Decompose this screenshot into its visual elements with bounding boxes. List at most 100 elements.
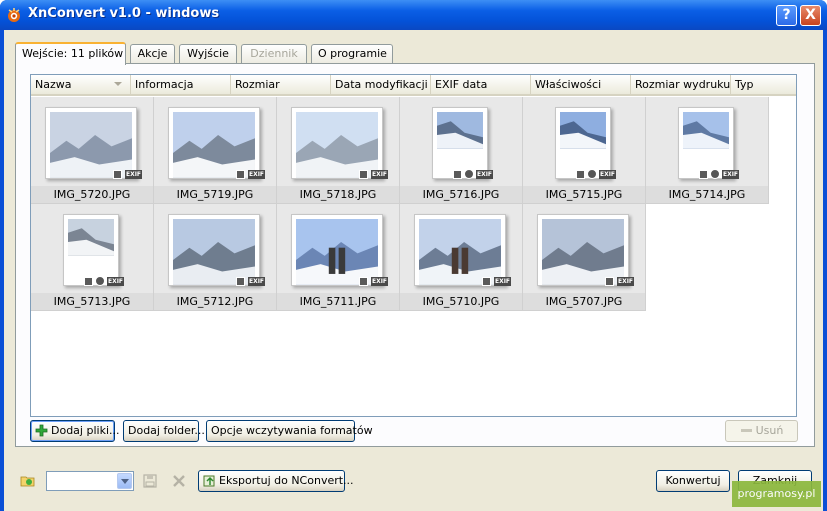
export-label: Eksportuj do NConvert... xyxy=(219,474,354,487)
rotate-icon xyxy=(587,169,597,179)
file-type-icon xyxy=(482,277,491,286)
rotate-icon xyxy=(710,169,720,179)
chevron-down-icon[interactable] xyxy=(117,473,132,489)
column-type[interactable]: Typ xyxy=(731,75,796,94)
tab-about[interactable]: O programie xyxy=(311,44,393,64)
exif-badge-icon: EXIF xyxy=(371,277,388,286)
file-name: IMG_5711.JPG xyxy=(277,293,399,310)
exif-badge-icon: EXIF xyxy=(617,277,634,286)
file-type-icon xyxy=(236,170,245,179)
file-name: IMG_5715.JPG xyxy=(523,186,645,203)
exif-badge-icon: EXIF xyxy=(248,170,265,179)
rotate-icon xyxy=(95,276,105,286)
input-tab-panel: Nazwa Informacja Rozmiar Data modyfikacj… xyxy=(15,63,815,447)
title-bar[interactable]: XnConvert v1.0 - windows ? X xyxy=(0,0,827,30)
photo-preview xyxy=(683,112,729,149)
photo-preview xyxy=(68,219,114,256)
thumbnail-item[interactable]: EXIF IMG_5711.JPG xyxy=(277,204,400,311)
convert-button[interactable]: Konwertuj xyxy=(656,470,730,492)
read-options-button[interactable]: Opcje wczytywania formatów xyxy=(206,420,373,442)
photo-preview xyxy=(296,112,378,178)
add-folder-button[interactable]: Dodaj folder... xyxy=(123,420,205,442)
close-window-button[interactable]: X xyxy=(800,5,821,26)
thumbnail-item[interactable]: EXIF IMG_5712.JPG xyxy=(154,204,277,311)
thumbnail-image xyxy=(63,214,119,286)
file-name: IMG_5716.JPG xyxy=(400,186,522,203)
add-files-label: Dodaj pliki... xyxy=(51,424,120,437)
thumbnail-item[interactable]: EXIF IMG_5715.JPG xyxy=(523,97,646,204)
column-exif-date[interactable]: EXIF data xyxy=(431,75,531,94)
sort-arrow-icon xyxy=(114,82,122,86)
file-type-icon xyxy=(576,170,585,179)
file-name: IMG_5710.JPG xyxy=(400,293,522,310)
thumbnail-item[interactable]: EXIF IMG_5714.JPG xyxy=(646,97,769,204)
file-type-icon xyxy=(113,170,122,179)
tab-actions[interactable]: Akcje xyxy=(130,44,175,64)
file-list[interactable]: Nazwa Informacja Rozmiar Data modyfikacj… xyxy=(30,74,797,417)
photo-preview xyxy=(50,112,132,178)
export-icon xyxy=(203,475,215,486)
file-type-icon xyxy=(236,277,245,286)
exif-badge-icon: EXIF xyxy=(476,170,493,179)
exif-badge-icon: EXIF xyxy=(599,170,616,179)
thumbnail-image xyxy=(168,107,260,179)
thumbnail-item[interactable]: EXIF IMG_5710.JPG xyxy=(400,204,523,311)
save-icon[interactable] xyxy=(142,473,158,489)
thumbnail-item[interactable]: EXIF IMG_5707.JPG xyxy=(523,204,646,311)
export-nconvert-button[interactable]: Eksportuj do NConvert... xyxy=(198,470,354,492)
thumbnail-image xyxy=(537,214,629,286)
dialog-client: Wejście: 11 plików Akcje Wyjście Dzienni… xyxy=(4,30,823,511)
file-name: IMG_5718.JPG xyxy=(277,186,399,203)
photo-preview xyxy=(173,219,255,285)
photo-preview xyxy=(419,219,501,285)
file-type-icon xyxy=(359,170,368,179)
tab-input[interactable]: Wejście: 11 plików xyxy=(15,42,126,65)
file-name: IMG_5707.JPG xyxy=(523,293,645,310)
column-info[interactable]: Informacja xyxy=(131,75,231,94)
window-title: XnConvert v1.0 - windows xyxy=(28,6,220,21)
photo-preview xyxy=(542,219,624,285)
file-type-icon xyxy=(605,277,614,286)
thumbnail-item[interactable]: EXIF IMG_5720.JPG xyxy=(31,97,154,204)
thumbnail-image xyxy=(678,107,734,179)
thumbnail-item[interactable]: EXIF IMG_5713.JPG xyxy=(31,204,154,311)
thumbnail-item[interactable]: EXIF IMG_5719.JPG xyxy=(154,97,277,204)
rotate-icon xyxy=(464,169,474,179)
file-name: IMG_5713.JPG xyxy=(31,293,153,310)
file-name: IMG_5714.JPG xyxy=(646,186,768,203)
thumbnail-item[interactable]: EXIF IMG_5718.JPG xyxy=(277,97,400,204)
thumbnail-item[interactable]: EXIF IMG_5716.JPG xyxy=(400,97,523,204)
thumbnail-image xyxy=(291,107,383,179)
column-print-size[interactable]: Rozmiar wydruku xyxy=(631,75,731,94)
exif-badge-icon: EXIF xyxy=(125,170,142,179)
column-modified[interactable]: Data modyfikacji xyxy=(331,75,431,94)
thumbnail-image xyxy=(45,107,137,179)
remove-label: Usuń xyxy=(755,424,784,437)
exif-badge-icon: EXIF xyxy=(494,277,511,286)
file-type-icon xyxy=(699,170,708,179)
add-icon xyxy=(35,424,48,436)
add-files-button[interactable]: Dodaj pliki... xyxy=(30,420,120,442)
preset-combo[interactable] xyxy=(46,471,134,491)
remove-icon xyxy=(740,428,752,432)
file-name: IMG_5720.JPG xyxy=(31,186,153,203)
file-name: IMG_5719.JPG xyxy=(154,186,276,203)
file-type-icon xyxy=(359,277,368,286)
open-folder-icon[interactable] xyxy=(20,473,36,489)
column-size[interactable]: Rozmiar xyxy=(231,75,331,94)
column-properties[interactable]: Właściwości xyxy=(531,75,631,94)
help-button[interactable]: ? xyxy=(776,5,797,26)
tab-output[interactable]: Wyjście xyxy=(179,44,237,64)
exif-badge-icon: EXIF xyxy=(107,277,124,286)
thumbnail-image xyxy=(555,107,611,179)
thumbnail-image xyxy=(291,214,383,286)
photo-preview xyxy=(560,112,606,149)
photo-preview xyxy=(173,112,255,178)
remove-button[interactable]: Usuń xyxy=(725,420,798,442)
file-type-icon xyxy=(453,170,462,179)
exif-badge-icon: EXIF xyxy=(371,170,388,179)
file-type-icon xyxy=(84,277,93,286)
tab-log[interactable]: Dziennik xyxy=(241,44,307,64)
file-name: IMG_5712.JPG xyxy=(154,293,276,310)
delete-icon[interactable] xyxy=(171,473,187,489)
